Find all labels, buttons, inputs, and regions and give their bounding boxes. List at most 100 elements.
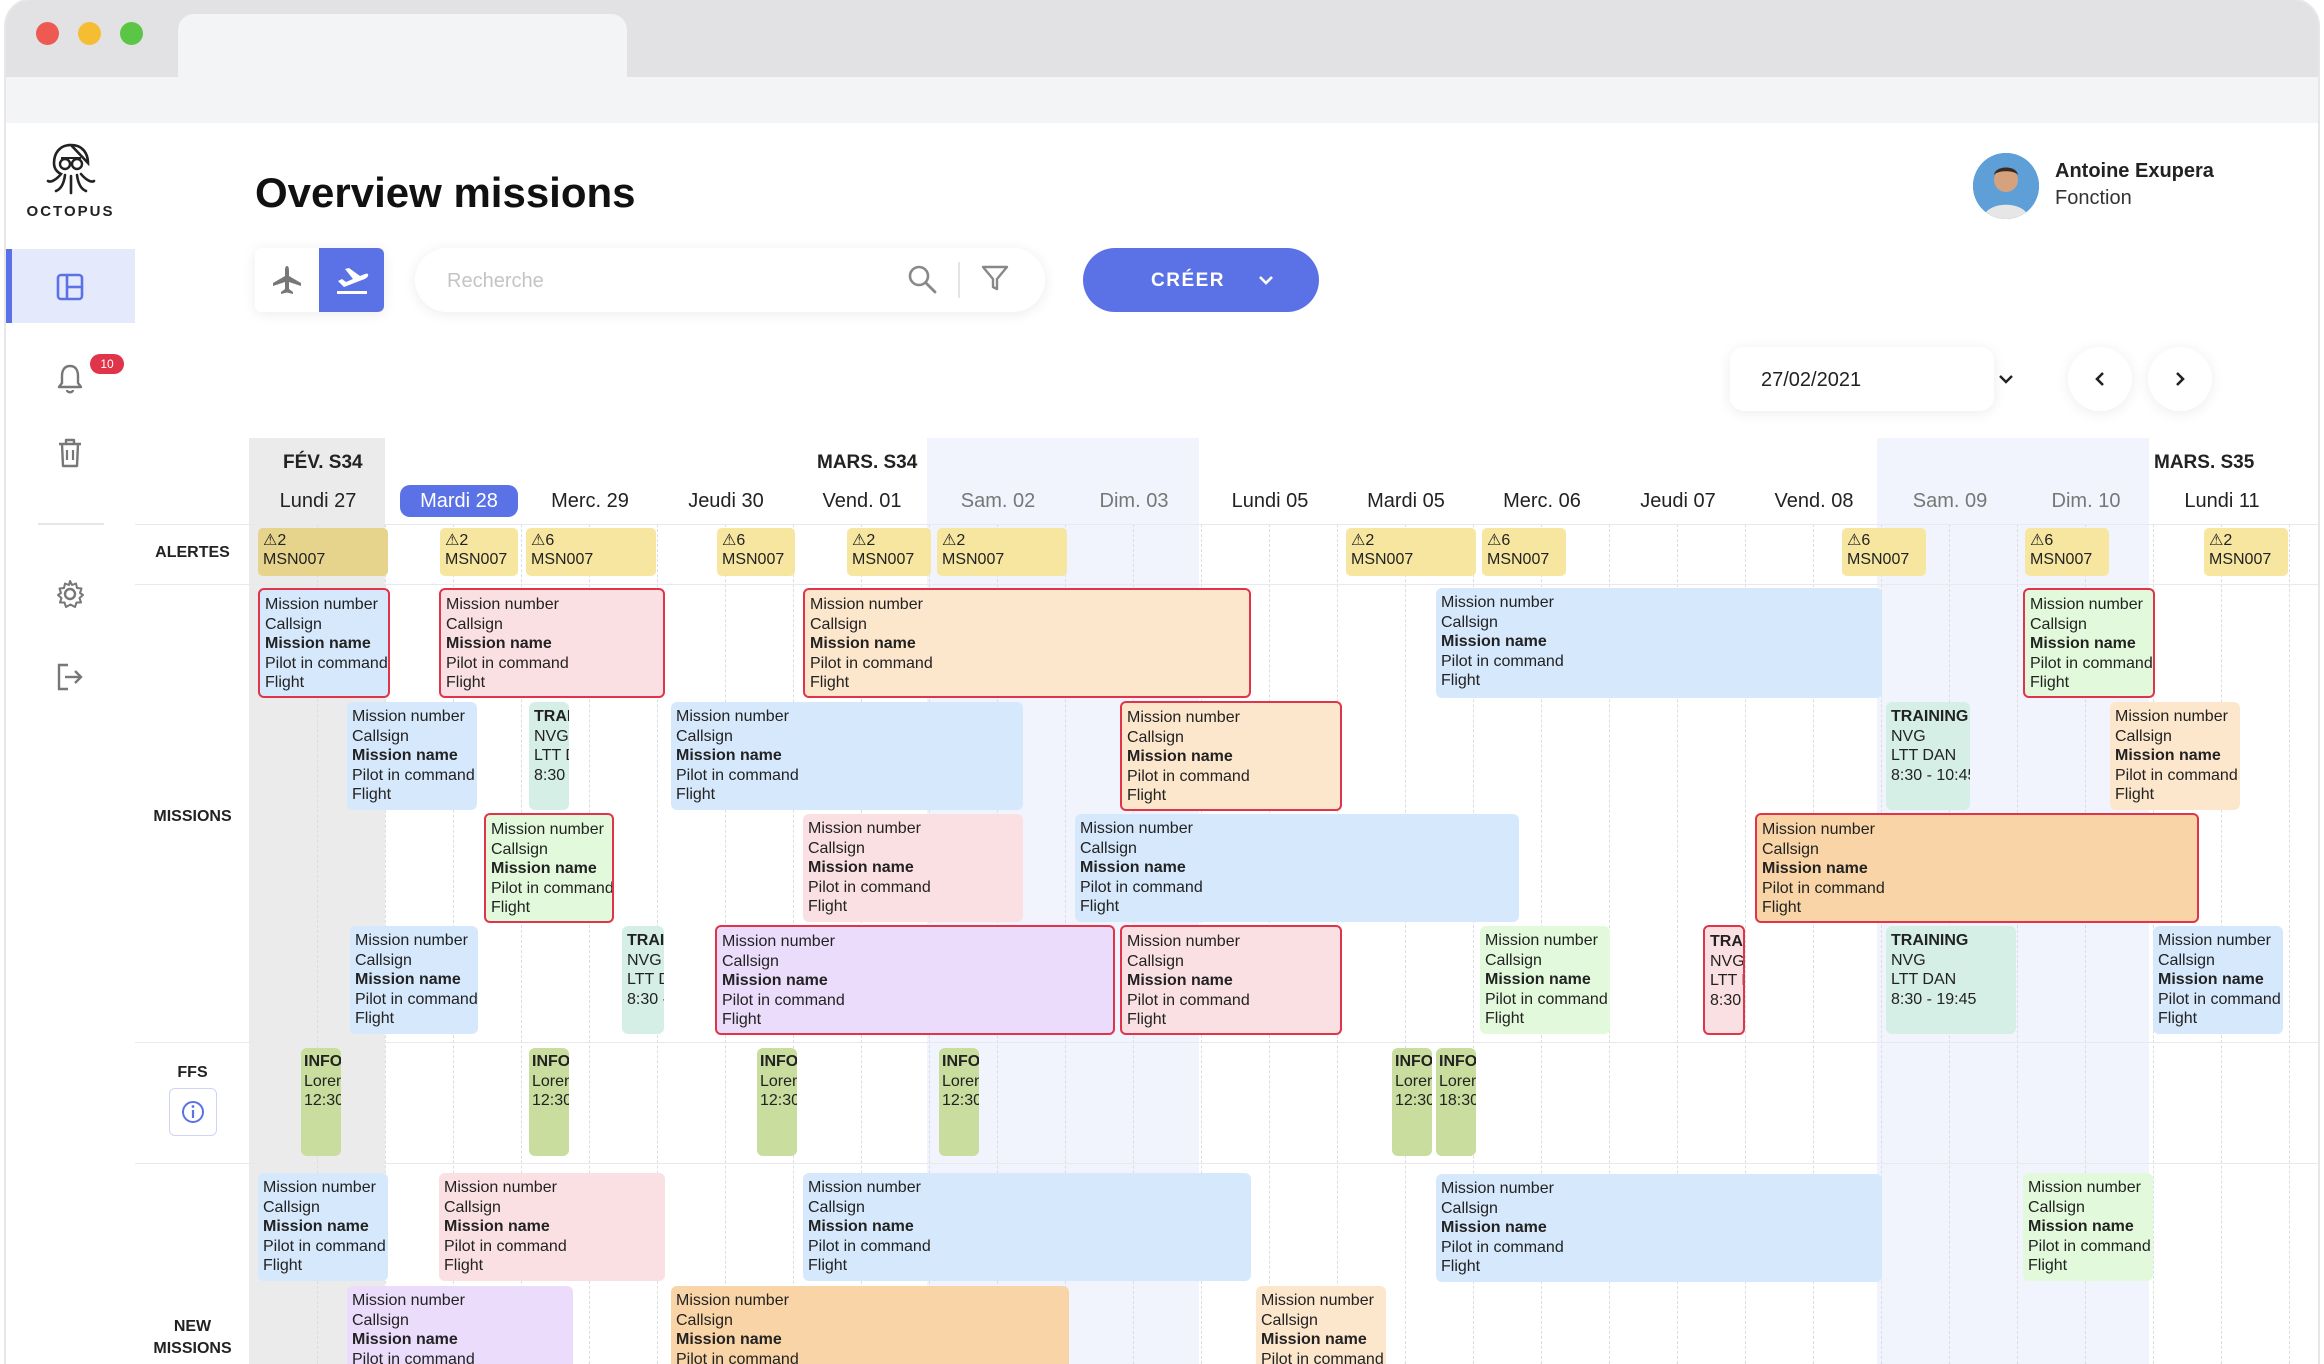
mission-card[interactable]: Mission number Callsign Mission name Pilot … xyxy=(1120,701,1342,811)
alert-chip[interactable]: ⚠2 MSN007 xyxy=(2204,528,2288,576)
day-header[interactable]: Mardi 05 xyxy=(1341,485,1471,517)
create-button[interactable]: CRÉER xyxy=(1083,248,1319,312)
day-header-today[interactable]: Mardi 28 xyxy=(400,485,518,517)
mission-card[interactable]: Mission number Callsign Mission name Pilot … xyxy=(803,814,1023,922)
day-header[interactable]: Dim. 03 xyxy=(1069,485,1199,517)
training-card[interactable]: TRAINVGLTT D8:30 - xyxy=(622,926,664,1034)
user-profile[interactable]: Antoine Exupera Fonction xyxy=(1973,153,2273,223)
info-card[interactable]: INFO Loren 12:30 xyxy=(529,1048,569,1156)
mission-card[interactable]: Mission number Callsign Mission name Pilot … xyxy=(1755,813,2199,923)
day-header[interactable]: Vend. 08 xyxy=(1749,485,1879,517)
info-card[interactable]: INFO Loren 12:30 xyxy=(301,1048,341,1156)
ffs-info-button[interactable] xyxy=(169,1088,217,1136)
training-card[interactable]: TRAINING NVG LTT DAN 8:30 - 10:45 xyxy=(1886,702,1970,810)
user-role: Fonction xyxy=(2055,187,2132,209)
info-card[interactable]: INFO Loren 18:30 xyxy=(1436,1048,1476,1156)
previous-period-button[interactable] xyxy=(2068,347,2132,411)
day-header[interactable]: Merc. 06 xyxy=(1477,485,1607,517)
mission-card[interactable]: Mission number Callsign Mission name Pilot … xyxy=(1480,926,1610,1034)
alert-chip[interactable]: ⚠2 MSN007 xyxy=(1346,528,1476,576)
close-window-button[interactable] xyxy=(36,22,59,45)
mission-card[interactable]: Mission number Callsign Mission name Pilot … xyxy=(803,588,1251,698)
mission-card[interactable]: Mission number Callsign Mission name Pilot … xyxy=(347,702,477,810)
alert-chip[interactable]: ⚠6 MSN007 xyxy=(1482,528,1566,576)
search-input[interactable] xyxy=(445,262,899,300)
logout-icon[interactable] xyxy=(50,657,90,697)
mission-calendar: FÉV. S34 MARS. S34 MARS. S35 Lundi 27 Ma… xyxy=(135,438,2318,1364)
day-header[interactable]: Sam. 02 xyxy=(933,485,1063,517)
minimize-window-button[interactable] xyxy=(78,22,101,45)
logo-text: OCTOPUS xyxy=(26,203,115,220)
sidebar-divider xyxy=(38,523,104,525)
mission-card[interactable]: Mission number Callsign Mission name Pilot … xyxy=(1075,814,1519,922)
mission-card[interactable]: Mission number Callsign Mission name Pilot … xyxy=(1436,588,1882,698)
info-card[interactable]: INFO Loren 12:30 xyxy=(757,1048,797,1156)
day-header[interactable]: Jeudi 07 xyxy=(1613,485,1743,517)
training-card[interactable]: TRAINING NVG LTT DAN 8:30 - 19:45 xyxy=(1886,926,2016,1034)
info-card[interactable]: INFO Loren 12:30 xyxy=(939,1048,979,1156)
mission-card[interactable]: Mission number Callsign Mission name Pilot … xyxy=(484,813,614,923)
search-icon[interactable] xyxy=(905,262,941,298)
alert-chip[interactable]: ⚠6 MSN007 xyxy=(2025,528,2109,576)
mission-card[interactable]: Mission number Callsign Mission name Pilot … xyxy=(439,588,665,698)
alert-chip[interactable]: ⚠2 MSN007 xyxy=(258,528,388,576)
new-mission-card[interactable]: Mission number Callsign Mission name Pilot … xyxy=(2023,1173,2153,1281)
new-mission-card[interactable]: Mission number Callsign Mission name Pilot … xyxy=(803,1173,1251,1281)
sidebar: OCTOPUS 10 xyxy=(6,123,135,1364)
mission-card[interactable]: Mission number Callsign Mission name Pilot … xyxy=(350,926,478,1034)
alert-chip[interactable]: ⚠6 MSN007 xyxy=(526,528,656,576)
mission-card[interactable]: Mission number Callsign Mission name Pilot … xyxy=(715,925,1115,1035)
alert-chip[interactable]: ⚠2 MSN007 xyxy=(440,528,518,576)
alert-chip[interactable]: ⚠2 MSN007 xyxy=(937,528,1067,576)
alert-chip[interactable]: ⚠6 MSN007 xyxy=(717,528,795,576)
maximize-window-button[interactable] xyxy=(120,22,143,45)
day-header[interactable]: Dim. 10 xyxy=(2021,485,2151,517)
new-mission-card[interactable]: Mission number Callsign Mission name Pilot … xyxy=(258,1173,388,1281)
mission-card[interactable]: Mission number Callsign Mission name Pilot … xyxy=(2023,588,2155,698)
departures-view-button[interactable] xyxy=(319,248,384,312)
day-header[interactable]: Lundi 27 xyxy=(253,485,383,517)
mission-card[interactable]: Mission number Callsign Mission name Pilot … xyxy=(1120,925,1342,1035)
browser-tab[interactable] xyxy=(178,14,627,77)
row-label-new-missions-line1: NEW xyxy=(173,1318,212,1335)
browser-window: OCTOPUS 10 Overview missions Recherche C… xyxy=(6,0,2318,1364)
plane-view-button[interactable] xyxy=(255,248,319,312)
training-card[interactable]: TRAINVGLTT D8:30 - xyxy=(1703,925,1745,1035)
user-name: Antoine Exupera xyxy=(2055,160,2214,182)
view-toggle xyxy=(255,248,384,312)
date-select[interactable]: 27/02/2021 xyxy=(1730,347,2013,411)
trash-icon[interactable] xyxy=(50,433,90,473)
gear-icon[interactable] xyxy=(50,574,90,614)
mission-card[interactable]: Mission number Callsign Mission name Pilot … xyxy=(2153,926,2283,1034)
mission-card[interactable]: Mission number Callsign Mission name Pilot … xyxy=(2110,702,2240,810)
new-mission-card[interactable]: Mission number Callsign Mission name Pilot … xyxy=(347,1286,573,1364)
info-card[interactable]: INFO Loren 12:30 xyxy=(1392,1048,1432,1156)
row-label-missions: MISSIONS xyxy=(153,808,232,825)
day-header[interactable]: Jeudi 30 xyxy=(661,485,791,517)
info-icon xyxy=(182,1101,204,1123)
sidebar-item-notifications[interactable]: 10 xyxy=(6,343,135,413)
day-header[interactable]: Vend. 01 xyxy=(797,485,927,517)
new-mission-card[interactable]: Mission number Callsign Mission name Pilot … xyxy=(671,1286,1069,1364)
next-period-button[interactable] xyxy=(2148,347,2212,411)
row-label-new-missions-line2: MISSIONS xyxy=(153,1340,232,1357)
new-mission-card[interactable]: Mission number Callsign Mission name Pilot … xyxy=(439,1173,665,1281)
day-header[interactable]: Merc. 29 xyxy=(525,485,655,517)
week-label: FÉV. S34 xyxy=(283,452,363,473)
filter-icon[interactable] xyxy=(979,262,1015,298)
new-mission-card[interactable]: Mission number Callsign Mission name Pilot … xyxy=(1436,1174,1882,1282)
day-header[interactable]: Lundi 11 xyxy=(2157,485,2287,517)
training-card[interactable]: TRAINVGLTT D8:30 - xyxy=(529,702,569,810)
sidebar-item-overview[interactable] xyxy=(6,249,135,323)
page-title: Overview missions xyxy=(255,169,636,216)
mission-card[interactable]: Mission number Callsign Mission name Pilot … xyxy=(671,702,1023,810)
day-header[interactable]: Lundi 05 xyxy=(1205,485,1335,517)
alert-chip[interactable]: ⚠2 MSN007 xyxy=(847,528,931,576)
day-header[interactable]: Sam. 09 xyxy=(1885,485,2015,517)
notification-badge: 10 xyxy=(90,354,124,374)
alert-chip[interactable]: ⚠6 MSN007 xyxy=(1842,528,1926,576)
mission-card[interactable]: Mission number Callsign Mission name Pilot … xyxy=(258,588,390,698)
date-value: 27/02/2021 xyxy=(1761,369,1862,391)
new-mission-card[interactable]: Mission number Callsign Mission name Pilot … xyxy=(1256,1286,1386,1364)
row-label-ffs: FFS xyxy=(177,1064,208,1081)
